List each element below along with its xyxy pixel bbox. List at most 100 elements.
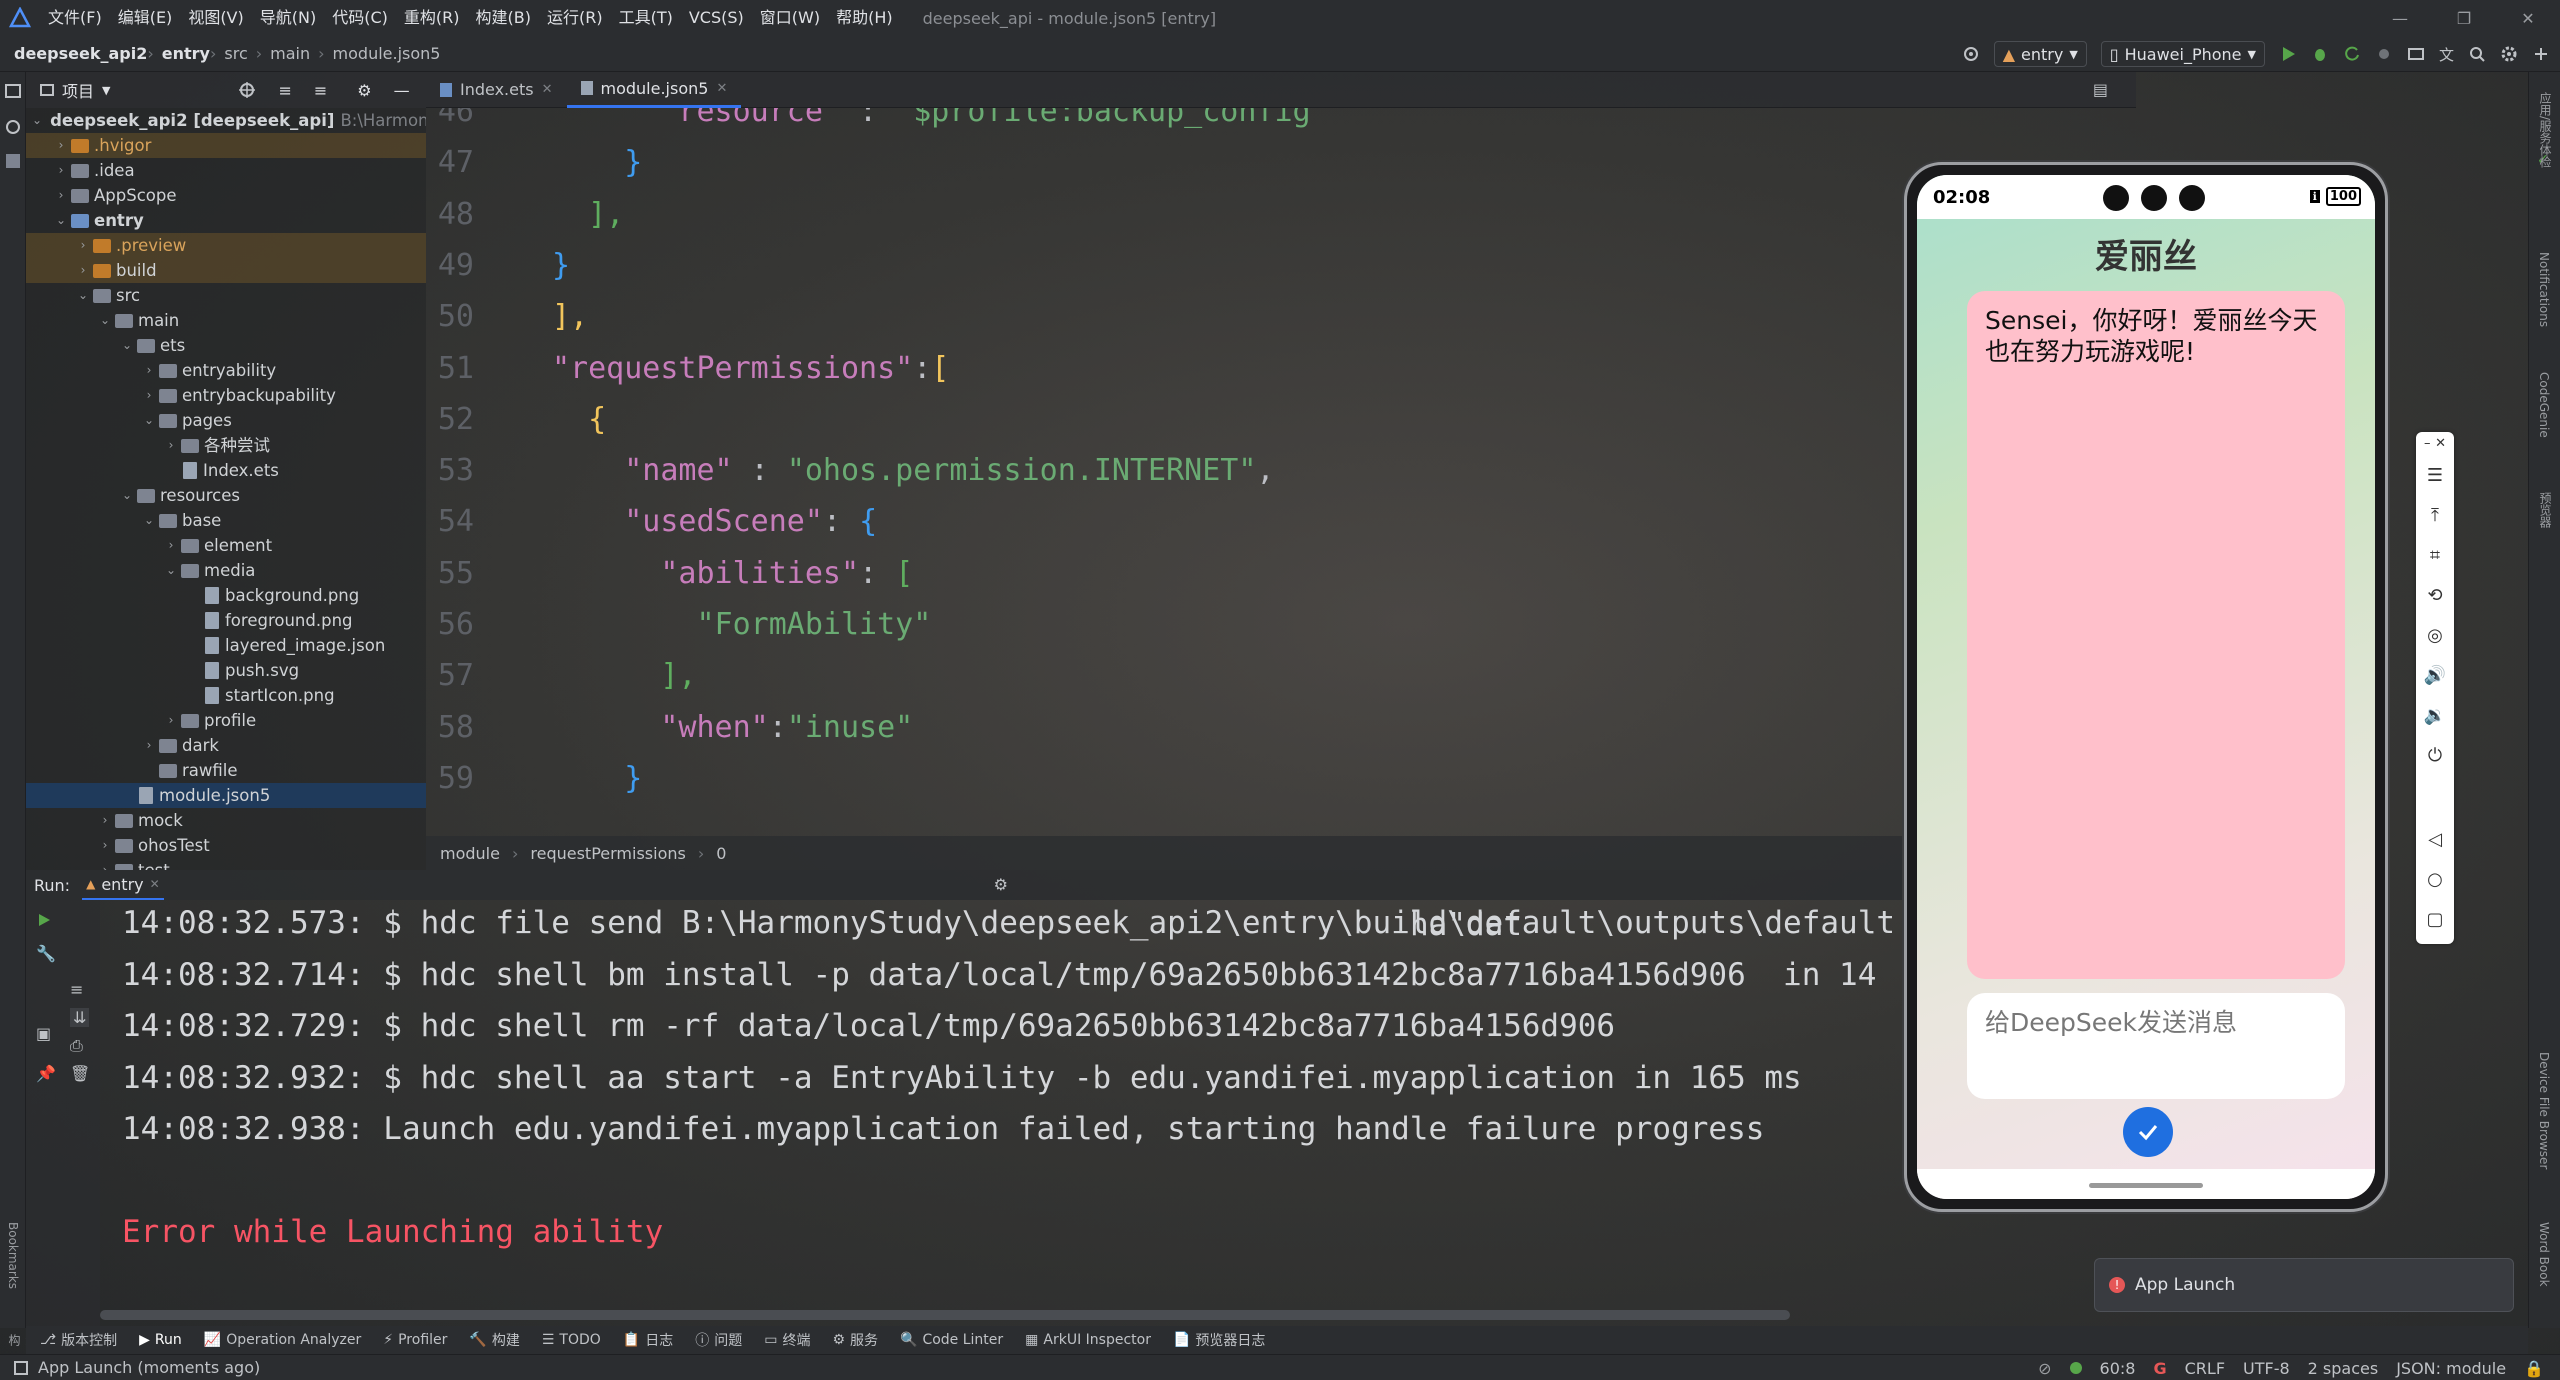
menu-item[interactable]: 文件(F) — [40, 0, 110, 36]
code-line[interactable]: 46 "resource" : "$profile:backup_config" — [426, 108, 2126, 137]
crumb-main[interactable]: main — [270, 44, 310, 63]
chevron-right-icon[interactable]: › — [76, 233, 90, 258]
cursor-position[interactable]: 60:8 — [2100, 1359, 2136, 1378]
home-icon[interactable]: ○ — [2416, 859, 2454, 899]
menu-item[interactable]: 帮助(H) — [828, 0, 901, 36]
tree-item[interactable]: startIcon.png — [26, 683, 426, 708]
bottom-tab[interactable]: ⎇ 版本控制 — [40, 1330, 117, 1350]
home-indicator[interactable] — [2089, 1183, 2203, 1188]
tree-item[interactable]: ⌄ main — [26, 308, 426, 333]
tree-item[interactable]: ⌄ resources — [26, 483, 426, 508]
tree-item[interactable]: foreground.png — [26, 608, 426, 633]
run-icon[interactable] — [2279, 45, 2297, 63]
code-line[interactable]: 51 "requestPermissions":[ — [426, 343, 2126, 394]
json-crumb-module[interactable]: module — [440, 844, 500, 863]
tree-item[interactable]: rawfile — [26, 758, 426, 783]
chevron-right-icon[interactable]: › — [54, 158, 68, 183]
code-line[interactable]: 50], — [426, 291, 2126, 342]
menu-item[interactable]: 运行(R) — [539, 0, 611, 36]
chevron-down-icon[interactable]: ⌄ — [120, 333, 134, 358]
soft-wrap-icon[interactable]: ≡ — [70, 980, 83, 999]
menu-item[interactable]: 构建(B) — [468, 0, 539, 36]
tree-item[interactable]: › entrybackupability — [26, 383, 426, 408]
more-icon[interactable] — [2532, 45, 2550, 63]
console-horizontal-scrollbar[interactable] — [100, 1310, 1790, 1320]
chevron-down-icon[interactable]: ⌄ — [142, 508, 156, 533]
chevron-right-icon[interactable]: › — [142, 358, 156, 383]
code-line[interactable]: 49} — [426, 240, 2126, 291]
menu-item[interactable]: 重构(R) — [396, 0, 468, 36]
chevron-down-icon[interactable]: ⌄ — [142, 408, 156, 433]
chevron-right-icon[interactable]: › — [54, 133, 68, 158]
bottom-tab[interactable]: ⚡ Profiler — [383, 1332, 447, 1348]
chevron-down-icon[interactable]: ⌄ — [98, 308, 112, 333]
tree-item[interactable]: › build — [26, 258, 426, 283]
tree-item[interactable]: › element — [26, 533, 426, 558]
bottom-tab[interactable]: ☰ TODO — [542, 1332, 601, 1348]
code-line[interactable]: 56 "FormAbility" — [426, 599, 2126, 650]
close-window-button[interactable]: ✕ — [2496, 0, 2560, 36]
tree-item[interactable]: › .preview — [26, 233, 426, 258]
bottom-tab[interactable]: ⚙ 服务 — [832, 1330, 878, 1350]
bottom-tab[interactable]: ▦ ArkUI Inspector — [1025, 1332, 1151, 1348]
code-line[interactable]: 58 "when":"inuse" — [426, 702, 2126, 753]
tree-item[interactable]: › .idea — [26, 158, 426, 183]
recents-icon[interactable]: ▢ — [2416, 899, 2454, 939]
close-emulator-icon[interactable]: ✕ — [2435, 436, 2446, 451]
code-line[interactable]: 54 "usedScene": { — [426, 496, 2126, 547]
crumb-file[interactable]: module.json5 — [333, 44, 441, 63]
minimize-button[interactable]: — — [2368, 0, 2432, 36]
chevron-right-icon[interactable]: › — [98, 833, 112, 858]
chevron-right-icon[interactable]: › — [164, 533, 178, 558]
debug-icon[interactable] — [2311, 45, 2329, 63]
hide-panel-icon[interactable]: — — [394, 81, 410, 100]
tree-item[interactable]: ⌄ ets — [26, 333, 426, 358]
device-manager-icon[interactable] — [2407, 45, 2425, 63]
wrench-icon[interactable]: 🔧 — [36, 944, 56, 963]
menu-item[interactable]: 代码(C) — [324, 0, 396, 36]
bookmarks-tab[interactable]: Bookmarks — [6, 1222, 20, 1289]
tree-item[interactable]: › AppScope — [26, 183, 426, 208]
chevron-right-icon[interactable]: › — [98, 858, 112, 870]
chevron-down-icon[interactable]: ⌄ — [76, 283, 90, 308]
emulator-menu-icon[interactable]: ☰ — [2416, 455, 2454, 495]
app-check-tab[interactable]: 应用/服务体检 — [2537, 92, 2554, 168]
search-icon[interactable] — [2468, 45, 2486, 63]
tree-item[interactable]: › profile — [26, 708, 426, 733]
crop-screenshot-icon[interactable]: ⌗ — [2416, 535, 2454, 575]
target-icon[interactable] — [1962, 45, 1980, 63]
bottom-tab[interactable]: ⓘ 问题 — [695, 1330, 742, 1350]
notifications-tab[interactable]: Notifications — [2537, 252, 2551, 327]
scroll-to-end-icon[interactable]: ⇊ — [70, 1008, 90, 1027]
phone-screen[interactable]: 02:08 ℹ 100 爱丽丝 Sensei，你好呀！爱丽丝今天也在努力玩游戏呢!… — [1917, 175, 2375, 1199]
indent-setting[interactable]: 2 spaces — [2308, 1359, 2379, 1378]
rerun-icon[interactable] — [2343, 45, 2361, 63]
crumb-src[interactable]: src — [224, 44, 247, 63]
locate-icon[interactable] — [238, 81, 256, 99]
chevron-right-icon[interactable]: › — [98, 808, 112, 833]
bottom-tab[interactable]: 📄 预览器日志 — [1173, 1330, 1265, 1350]
chevron-right-icon[interactable]: › — [142, 383, 156, 408]
tab-module-json5[interactable]: module.json5 ✕ — [566, 72, 742, 108]
menu-item[interactable]: 视图(V) — [180, 0, 251, 36]
chevron-right-icon[interactable]: › — [54, 183, 68, 208]
tree-item[interactable]: push.svg — [26, 658, 426, 683]
tree-item[interactable]: background.png — [26, 583, 426, 608]
chevron-right-icon[interactable]: › — [76, 258, 90, 283]
send-button[interactable] — [2123, 1107, 2173, 1157]
volume-down-icon[interactable]: 🔉 — [2416, 695, 2454, 735]
reader-mode-icon[interactable]: ▤ — [2093, 80, 2108, 99]
pin-icon[interactable]: 📌 — [36, 1064, 56, 1083]
tree-item[interactable]: › 各种尝试 — [26, 433, 426, 458]
profile-debug-icon[interactable] — [2375, 45, 2393, 63]
tree-item[interactable]: ⌄ src — [26, 283, 426, 308]
location-icon[interactable]: ◎ — [2416, 615, 2454, 655]
previewer-tab[interactable]: 预览器 — [2537, 492, 2554, 528]
commit-icon[interactable] — [6, 120, 20, 134]
minimize-emulator-icon[interactable]: – — [2424, 436, 2431, 451]
code-line[interactable]: 48 ], — [426, 189, 2126, 240]
structure-icon[interactable] — [6, 154, 20, 168]
word-book-tab[interactable]: Word Book — [2537, 1222, 2551, 1287]
codegenie-tab[interactable]: CodeGenie — [2537, 372, 2551, 438]
status-message[interactable]: App Launch (moments ago) — [38, 1358, 260, 1377]
